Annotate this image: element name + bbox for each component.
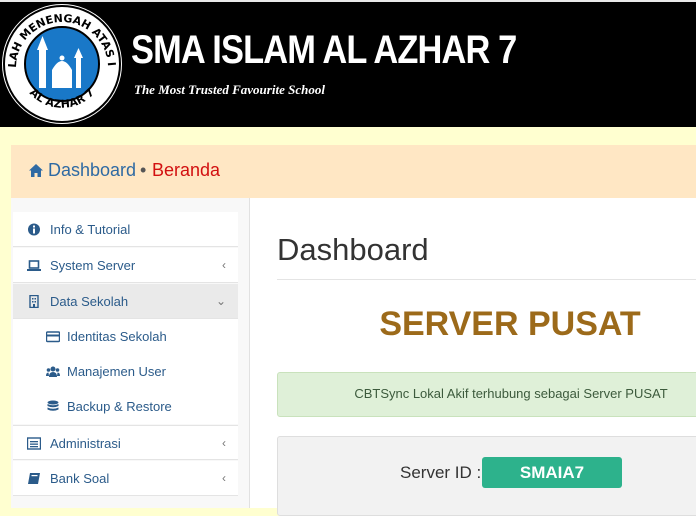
- chevron-left-icon: ‹: [222, 258, 226, 272]
- laptop-icon: [27, 260, 41, 271]
- breadcrumb-dashboard[interactable]: Dashboard: [48, 160, 136, 181]
- sidebar-item-label: Data Sekolah: [50, 294, 129, 309]
- sidebar-item-administrasi[interactable]: Administrasi ‹: [13, 425, 238, 460]
- building-icon: [29, 295, 39, 308]
- site-header: SEKOLAH MENENGAH ATAS ISLAM AL AZHAR 7 S…: [0, 0, 696, 127]
- school-tagline: The Most Trusted Favourite School: [134, 82, 325, 97]
- sidebar-item-backup-restore[interactable]: Backup & Restore: [13, 389, 238, 424]
- database-icon: [47, 400, 59, 411]
- sidebar-item-label: Manajemen User: [67, 364, 166, 379]
- sidebar-item-label: Backup & Restore: [67, 399, 172, 414]
- breadcrumb-separator: •: [140, 160, 147, 180]
- title-divider: [277, 279, 696, 280]
- sidebar-item-label: Bank Soal: [50, 471, 110, 486]
- id-card-icon: [46, 331, 60, 343]
- server-id-label: Server ID :: [400, 463, 482, 482]
- book-icon: [28, 473, 40, 484]
- chevron-left-icon: ‹: [222, 471, 226, 485]
- page-title: Dashboard: [277, 232, 429, 267]
- list-icon: [27, 437, 41, 450]
- sidebar-item-bank-soal[interactable]: Bank Soal ‹: [13, 461, 238, 496]
- server-heading: SERVER PUSAT: [379, 305, 641, 343]
- sidebar-item-label: Administrasi: [50, 436, 121, 451]
- sidebar-item-identitas-sekolah[interactable]: Identitas Sekolah: [13, 319, 238, 354]
- school-name: SMA ISLAM AL AZHAR 7: [131, 28, 517, 72]
- users-icon: [46, 366, 60, 377]
- school-logo[interactable]: SEKOLAH MENENGAH ATAS ISLAM AL AZHAR 7: [0, 2, 124, 126]
- status-alert: CBTSync Lokal Akif terhubung sebagai Ser…: [277, 372, 696, 417]
- sidebar-item-label: Identitas Sekolah: [67, 329, 167, 344]
- breadcrumb: Dashboard • Beranda: [11, 145, 696, 198]
- server-id-badge: SMAIA7: [482, 457, 622, 488]
- server-id-panel: Server ID : SMAIA7: [277, 436, 696, 516]
- breadcrumb-beranda[interactable]: Beranda: [152, 160, 220, 181]
- info-icon: [28, 223, 40, 236]
- sidebar-item-system-server[interactable]: System Server ‹: [13, 248, 238, 283]
- sidebar-item-manajemen-user[interactable]: Manajemen User: [13, 354, 238, 389]
- sidebar-item-data-sekolah[interactable]: Data Sekolah ⌄: [13, 284, 238, 319]
- status-alert-text: CBTSync Lokal Akif terhubung sebagai Ser…: [354, 386, 668, 401]
- chevron-left-icon: ‹: [222, 436, 226, 450]
- sidebar-item-info-tutorial[interactable]: Info & Tutorial: [13, 212, 238, 247]
- sidebar-item-label: Info & Tutorial: [50, 222, 131, 237]
- chevron-down-icon: ⌄: [215, 294, 226, 308]
- home-icon: [29, 164, 43, 177]
- sidebar-item-label: System Server: [50, 258, 136, 273]
